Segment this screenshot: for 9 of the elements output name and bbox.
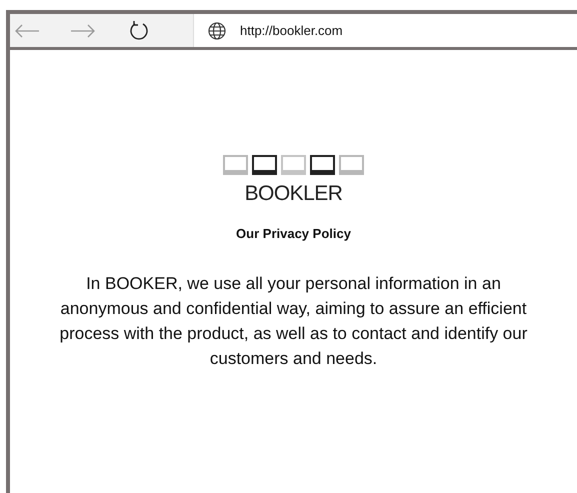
- back-arrow-icon[interactable]: [14, 24, 40, 38]
- logo-wordmark: BOOKLER: [244, 181, 342, 207]
- forward-arrow-icon[interactable]: [70, 24, 96, 38]
- policy-paragraph: In BOOKER, we use all your personal information in an anonymous and confidential way, aiming to assure an efficient process with the product, as well as to contact and identify our customers and needs.: [58, 273, 528, 370]
- globe-icon: [208, 22, 226, 40]
- logo-icon: [222, 154, 366, 176]
- page-heading: Our Privacy Policy: [236, 224, 351, 243]
- refresh-icon[interactable]: [128, 20, 150, 42]
- address-bar-url[interactable]: http://bookler.com: [240, 20, 343, 40]
